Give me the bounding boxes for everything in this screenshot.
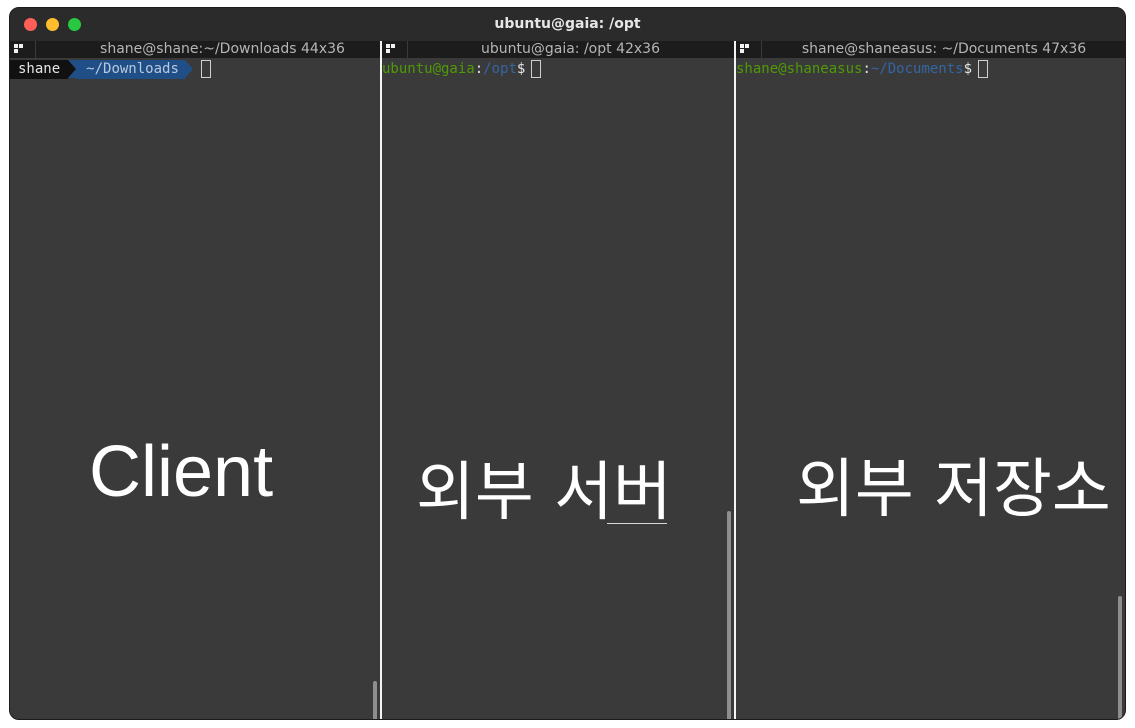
pane-title: shane@shane:~/Downloads 44x36 [100,41,345,57]
terminal-pane-client[interactable]: shane@shane:~/Downloads 44x36 shane ~/Dow… [10,41,380,719]
prompt-arrow [68,60,77,78]
prompt-suffix: $ [516,61,526,77]
prompt-arrow [184,60,193,78]
scrollbar[interactable] [373,681,377,719]
prompt-user: ubuntu@gaia [382,61,475,77]
pane-label: 외부 저장소 [796,453,1111,527]
pane-label: Client [89,432,274,512]
pane-title: shane@shaneasus: ~/Documents 47x36 [801,41,1087,57]
terminal-window: ubuntu@gaia: /opt shane@shane:~/Download… [9,7,1126,720]
shell-prompt[interactable]: shane ~/Downloads [10,60,211,79]
prompt-suffix: $ [963,61,973,77]
window-title: ubuntu@gaia: /opt [494,16,641,32]
scrollbar[interactable] [1118,596,1122,719]
prompt-path: /opt [483,61,517,77]
shell-prompt[interactable]: shane@shaneasus:~/Documents$ [736,60,989,79]
prompt-separator: : [862,61,871,77]
pane-header[interactable]: shane@shaneasus: ~/Documents 47x36 [736,41,1125,58]
pane-title: ubuntu@gaia: /opt 42x36 [481,41,660,57]
pane-label: 외부 서버 [416,456,672,530]
prompt-path: ~/Downloads [76,60,185,79]
pane-header[interactable]: shane@shane:~/Downloads 44x36 [10,41,380,58]
pane-header[interactable]: ubuntu@gaia: /opt 42x36 [382,41,734,58]
title-bar[interactable]: ubuntu@gaia: /opt [10,8,1125,41]
text-underline [607,523,667,524]
text-cursor [200,60,211,78]
prompt-separator: : [474,61,484,77]
terminal-pane-storage[interactable]: shane@shaneasus: ~/Documents 47x36 shane… [736,41,1125,719]
text-cursor [531,60,542,78]
prompt-user: shane [10,60,69,79]
terminal-pane-server[interactable]: ubuntu@gaia: /opt 42x36 ubuntu@gaia:/opt… [382,41,734,719]
scrollbar[interactable] [727,511,731,719]
prompt-path: ~/Documents [870,61,964,77]
prompt-user: shane@shaneasus [736,61,863,77]
shell-prompt[interactable]: ubuntu@gaia:/opt$ [382,60,542,79]
text-cursor [978,60,989,78]
